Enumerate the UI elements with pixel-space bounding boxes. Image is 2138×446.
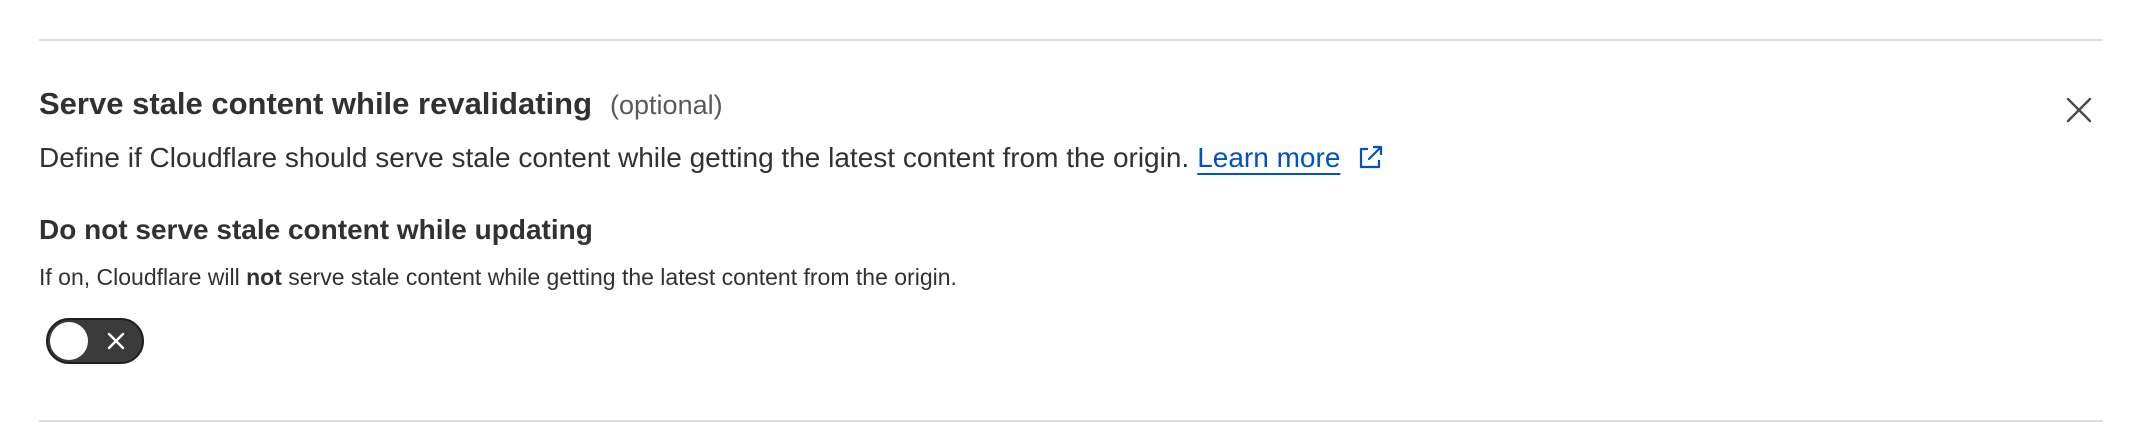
setting-description-bold: not	[246, 264, 282, 290]
close-icon	[2066, 97, 2092, 123]
bottom-divider	[39, 420, 2103, 422]
toggle-knob	[50, 322, 88, 360]
section-title: Serve stale content while revalidating	[39, 86, 593, 121]
setting-title: Do not serve stale content while updatin…	[39, 214, 593, 245]
setting-description: If on, Cloudflare will not serve stale c…	[39, 264, 957, 291]
close-button[interactable]	[2063, 94, 2095, 126]
setting-description-suffix: serve stale content while getting the la…	[281, 264, 957, 290]
section-description: Define if Cloudflare should serve stale …	[39, 142, 1190, 173]
stale-content-toggle[interactable]	[46, 318, 144, 364]
external-link-icon[interactable]	[1356, 144, 1384, 172]
section-header: Serve stale content while revalidating (…	[39, 86, 723, 122]
setting-description-prefix: If on, Cloudflare will	[39, 264, 247, 290]
toggle-off-icon	[106, 331, 126, 351]
learn-more-link[interactable]: Learn more	[1197, 142, 1340, 174]
optional-label: (optional)	[610, 90, 723, 120]
top-divider	[39, 39, 2103, 41]
section-description-row: Define if Cloudflare should serve stale …	[39, 142, 1384, 174]
